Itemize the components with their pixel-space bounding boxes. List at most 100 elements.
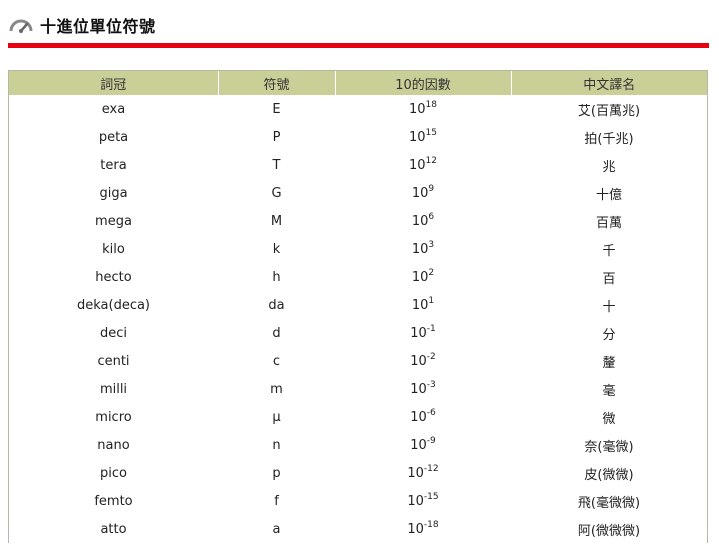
factor-exponent: -2 (426, 351, 436, 362)
table-row: kilo k 103 千 (9, 235, 707, 263)
factor-base: 10 (409, 157, 426, 173)
table-row: micro μ 10-6 微 (9, 403, 707, 431)
cell-prefix: deka(deca) (76, 297, 151, 313)
cell-factor: 10-6 (335, 403, 511, 431)
column-header-symbol: 符號 (218, 71, 336, 95)
factor-exponent: 12 (425, 155, 437, 166)
cell-symbol: f (274, 493, 279, 509)
cell-chinese-name: 艾(百萬兆) (577, 103, 641, 119)
cell-chinese-name: 奈(毫微) (584, 439, 634, 455)
table-row: giga G 109 十億 (9, 179, 707, 207)
cell-chinese-name: 百 (602, 271, 616, 287)
factor-exponent: -1 (426, 323, 436, 334)
cell-symbol: c (272, 353, 281, 369)
cell-prefix: femto (94, 493, 133, 509)
factor-base: 10 (407, 465, 424, 481)
gauge-icon (8, 17, 34, 33)
table-row: centi c 10-2 釐 (9, 347, 707, 375)
cell-chinese-name: 釐 (602, 355, 616, 371)
factor-base: 10 (411, 241, 429, 257)
cell-symbol: T (272, 157, 281, 173)
factor-base: 10 (410, 353, 427, 369)
cell-factor: 106 (335, 207, 511, 235)
table-row: pico p 10-12 皮(微微) (9, 459, 707, 487)
cell-symbol: k (272, 241, 281, 257)
cell-symbol: d (272, 325, 281, 341)
cell-factor: 109 (335, 179, 511, 207)
cell-prefix: micro (95, 409, 132, 425)
cell-symbol: n (272, 437, 281, 453)
factor-exponent: 3 (428, 239, 435, 250)
factor-exponent: -9 (426, 435, 436, 446)
table-row: exa E 1018 艾(百萬兆) (9, 95, 707, 123)
cell-factor: 10-9 (335, 431, 511, 459)
table-header-row: 詞冠 符號 10的因數 中文譯名 (9, 71, 707, 95)
column-header-prefix: 詞冠 (9, 71, 219, 95)
factor-base: 10 (409, 129, 426, 145)
factor-base: 10 (410, 325, 427, 341)
factor-exponent: 2 (428, 267, 435, 278)
cell-symbol: a (272, 521, 281, 537)
cell-prefix: kilo (102, 241, 125, 257)
factor-base: 10 (410, 437, 427, 453)
cell-chinese-name: 千 (602, 243, 616, 259)
cell-chinese-name: 十億 (595, 187, 622, 203)
cell-prefix: pico (100, 465, 127, 481)
cell-chinese-name: 十 (602, 299, 616, 315)
factor-base: 10 (411, 213, 429, 229)
table-row: hecto h 102 百 (9, 263, 707, 291)
table-row: deci d 10-1 分 (9, 319, 707, 347)
cell-factor: 1018 (335, 95, 511, 123)
page: 十進位單位符號 詞冠 符號 10的因數 中文譯名 exa E 1018 艾(百萬兆) p… (0, 0, 719, 551)
factor-base: 10 (411, 185, 429, 201)
table-row: mega M 106 百萬 (9, 207, 707, 235)
cell-symbol: G (271, 185, 282, 201)
cell-prefix: centi (97, 353, 130, 369)
factor-exponent: 1 (428, 295, 435, 306)
table-row: tera T 1012 兆 (9, 151, 707, 179)
cell-prefix: hecto (95, 269, 132, 285)
factor-base: 10 (411, 269, 429, 285)
factor-base: 10 (409, 101, 426, 117)
factor-exponent: -6 (426, 407, 436, 418)
prefix-table-container: 詞冠 符號 10的因數 中文譯名 exa E 1018 艾(百萬兆) peta P 1015… (8, 70, 708, 543)
cell-symbol: μ (272, 409, 281, 425)
cell-factor: 1012 (335, 151, 511, 179)
factor-exponent: -3 (426, 379, 436, 390)
cell-factor: 102 (335, 263, 511, 291)
cell-prefix: giga (99, 185, 128, 201)
factor-exponent: 15 (425, 127, 437, 138)
red-divider (8, 43, 709, 48)
cell-chinese-name: 微 (602, 411, 616, 427)
prefix-table: 詞冠 符號 10的因數 中文譯名 exa E 1018 艾(百萬兆) peta P 1015… (9, 71, 707, 543)
table-row: femto f 10-15 飛(毫微微) (9, 487, 707, 515)
cell-factor: 101 (335, 291, 511, 319)
table-row: peta P 1015 拍(千兆) (9, 123, 707, 151)
factor-exponent: 9 (428, 183, 435, 194)
cell-prefix: mega (95, 213, 132, 229)
factor-base: 10 (410, 409, 427, 425)
cell-prefix: atto (100, 521, 127, 537)
column-header-chinese: 中文譯名 (511, 71, 707, 95)
cell-symbol: m (270, 381, 283, 397)
cell-prefix: peta (98, 129, 129, 145)
cell-symbol: p (272, 465, 281, 481)
cell-chinese-name: 分 (602, 327, 616, 343)
cell-chinese-name: 飛(毫微微) (577, 495, 641, 511)
cell-factor: 1015 (335, 123, 511, 151)
factor-exponent: 6 (428, 211, 435, 222)
cell-prefix: exa (101, 101, 126, 117)
cell-chinese-name: 百萬 (595, 215, 622, 231)
factor-exponent: -18 (423, 519, 439, 530)
table-row: nano n 10-9 奈(毫微) (9, 431, 707, 459)
page-header: 十進位單位符號 (8, 12, 156, 38)
table-row: deka(deca) da 101 十 (9, 291, 707, 319)
cell-symbol: M (270, 213, 283, 229)
cell-factor: 10-15 (335, 487, 511, 515)
factor-exponent: 18 (425, 99, 437, 110)
cell-prefix: nano (97, 437, 130, 453)
factor-base: 10 (407, 493, 424, 509)
cell-chinese-name: 兆 (602, 159, 616, 175)
cell-symbol: P (272, 129, 281, 145)
factor-base: 10 (407, 521, 424, 537)
